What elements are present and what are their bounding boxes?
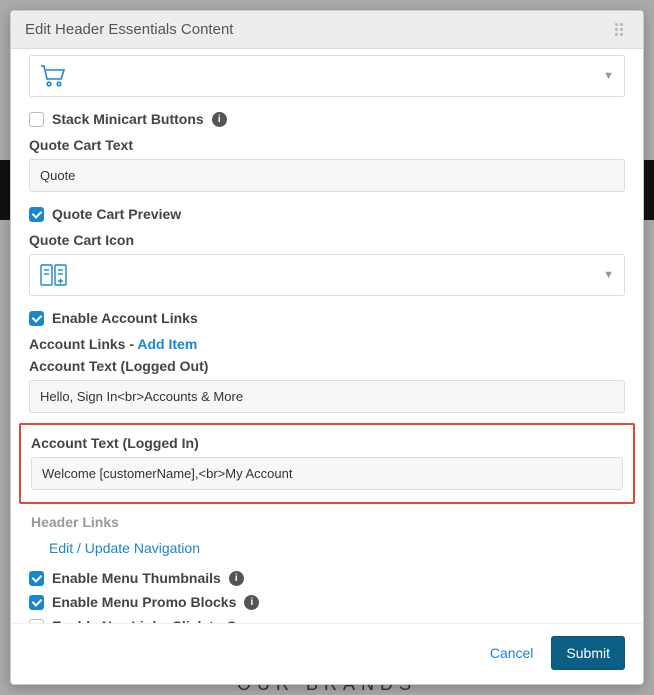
enable-account-links-checkbox[interactable] (29, 311, 44, 326)
account-text-logged-out-input[interactable] (29, 380, 625, 413)
quote-cart-preview-label: Quote Cart Preview (52, 206, 181, 222)
cancel-button[interactable]: Cancel (490, 645, 534, 661)
enable-menu-promo-label: Enable Menu Promo Blocks (52, 594, 236, 610)
modal-title: Edit Header Essentials Content (25, 21, 233, 38)
account-text-logged-in-label: Account Text (Logged In) (31, 435, 623, 451)
submit-button[interactable]: Submit (551, 636, 625, 670)
quote-cart-preview-checkbox[interactable] (29, 207, 44, 222)
modal-dialog: Edit Header Essentials Content ▼ Stack M… (10, 10, 644, 685)
account-text-logged-in-input[interactable] (31, 457, 623, 490)
enable-nav-click-row: Enable Nav Links Click to Open (29, 614, 625, 623)
enable-menu-thumbs-checkbox[interactable] (29, 571, 44, 586)
stack-minicart-checkbox-row: Stack Minicart Buttons i (29, 107, 625, 131)
modal-footer: Cancel Submit (11, 623, 643, 684)
stack-minicart-label: Stack Minicart Buttons (52, 111, 204, 127)
header-links-label: Header Links (31, 514, 625, 530)
cart-icon (40, 65, 66, 87)
account-text-logged-out-label: Account Text (Logged Out) (29, 358, 625, 374)
quote-icon (40, 264, 68, 286)
add-item-link[interactable]: Add Item (137, 336, 197, 352)
chevron-down-icon: ▼ (603, 70, 614, 82)
enable-menu-thumbs-label: Enable Menu Thumbnails (52, 570, 221, 586)
drag-handle-icon[interactable] (615, 23, 629, 37)
info-icon[interactable]: i (212, 112, 227, 127)
enable-account-links-label: Enable Account Links (52, 310, 198, 326)
enable-account-links-row: Enable Account Links (29, 306, 625, 330)
quote-cart-icon-dropdown[interactable]: ▼ (29, 254, 625, 296)
modal-body: ▼ Stack Minicart Buttons i Quote Cart Te… (11, 49, 643, 623)
modal-header: Edit Header Essentials Content (11, 11, 643, 49)
stack-minicart-checkbox[interactable] (29, 112, 44, 127)
edit-navigation-link[interactable]: Edit / Update Navigation (49, 540, 200, 556)
quote-cart-icon-label: Quote Cart Icon (29, 232, 625, 248)
quote-cart-text-input[interactable] (29, 159, 625, 192)
cart-icon-dropdown[interactable]: ▼ (29, 55, 625, 97)
enable-menu-promo-checkbox[interactable] (29, 595, 44, 610)
info-icon[interactable]: i (244, 595, 259, 610)
enable-menu-thumbs-row: Enable Menu Thumbnails i (29, 566, 625, 590)
highlighted-section: Account Text (Logged In) (19, 423, 635, 504)
enable-menu-promo-row: Enable Menu Promo Blocks i (29, 590, 625, 614)
chevron-down-icon: ▼ (603, 269, 614, 281)
quote-cart-text-label: Quote Cart Text (29, 137, 625, 153)
info-icon[interactable]: i (229, 571, 244, 586)
quote-cart-preview-row: Quote Cart Preview (29, 202, 625, 226)
account-links-label: Account Links - Add Item (29, 336, 625, 352)
